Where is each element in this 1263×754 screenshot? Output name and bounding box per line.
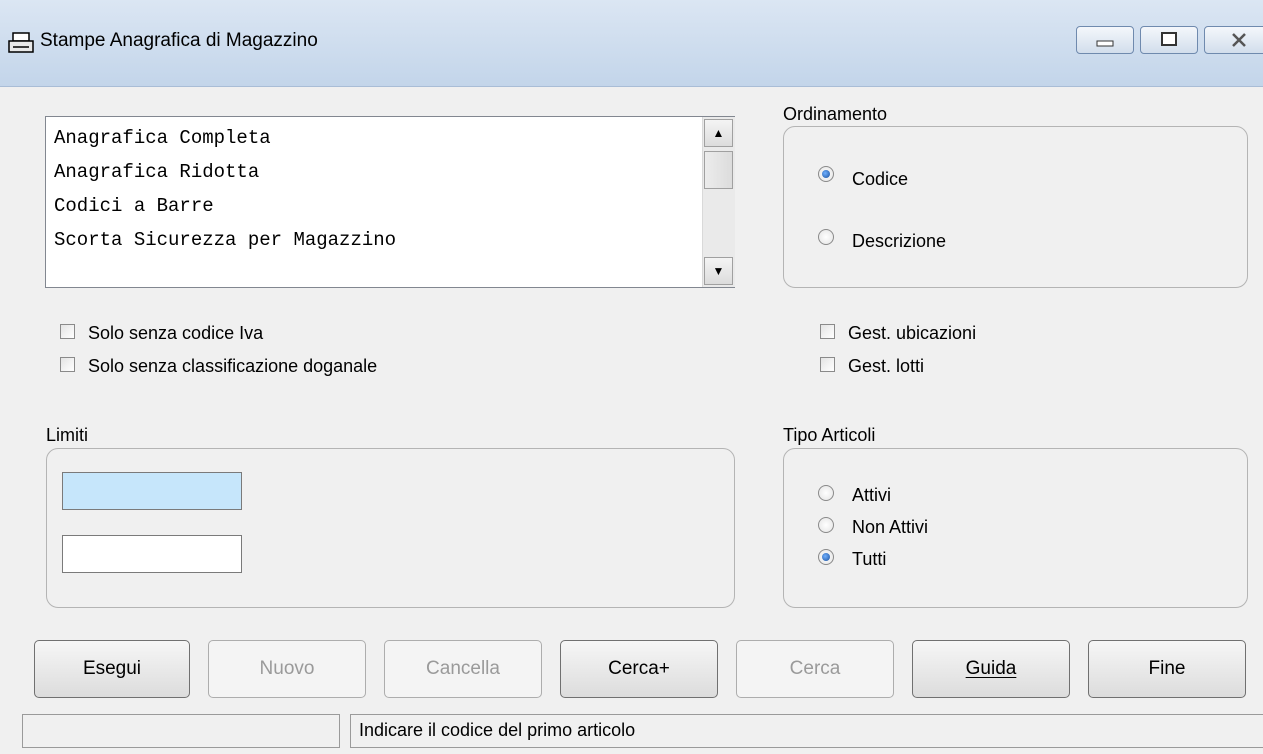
close-icon — [1232, 33, 1246, 47]
limit-to-input[interactable] — [62, 535, 242, 573]
list-scrollbar[interactable]: ▲ ▼ — [702, 117, 735, 287]
title-bar[interactable]: Stampe Anagrafica di Magazzino — [0, 0, 1263, 87]
nuovo-button[interactable]: Nuovo — [208, 640, 366, 698]
list-item[interactable]: Anagrafica Completa — [54, 127, 271, 149]
radio-descrizione-label[interactable]: Descrizione — [852, 231, 946, 252]
list-item[interactable]: Codici a Barre — [54, 195, 214, 217]
cancella-button[interactable]: Cancella — [384, 640, 542, 698]
esegui-button[interactable]: Esegui — [34, 640, 190, 698]
checkbox-gest-ubicazioni[interactable] — [820, 324, 835, 339]
limiti-label: Limiti — [46, 425, 89, 445]
guida-button[interactable]: Guida — [912, 640, 1070, 698]
checkbox-solo-senza-doganale-label[interactable]: Solo senza classificazione doganale — [88, 356, 377, 377]
minimize-button[interactable] — [1076, 26, 1134, 54]
fine-button[interactable]: Fine — [1088, 640, 1246, 698]
radio-attivi-label[interactable]: Attivi — [852, 485, 891, 506]
maximize-button[interactable] — [1140, 26, 1198, 54]
cerca-plus-button[interactable]: Cerca+ — [560, 640, 718, 698]
radio-attivi[interactable] — [818, 485, 834, 501]
radio-codice[interactable] — [818, 166, 834, 182]
radio-tutti-label[interactable]: Tutti — [852, 549, 886, 570]
checkbox-solo-senza-iva-label[interactable]: Solo senza codice Iva — [88, 323, 263, 344]
status-left — [22, 714, 340, 748]
radio-tutti[interactable] — [818, 549, 834, 565]
radio-non-attivi-label[interactable]: Non Attivi — [852, 517, 928, 538]
report-list[interactable]: Anagrafica Completa Anagrafica Ridotta C… — [45, 116, 735, 288]
checkbox-solo-senza-doganale[interactable] — [60, 357, 75, 372]
checkbox-gest-ubicazioni-label[interactable]: Gest. ubicazioni — [848, 323, 976, 344]
guida-button-label: Guida — [965, 658, 1017, 679]
maximize-icon — [1161, 32, 1177, 46]
radio-descrizione[interactable] — [818, 229, 834, 245]
scroll-thumb[interactable] — [704, 151, 733, 189]
scroll-up-arrow-icon[interactable]: ▲ — [704, 119, 733, 147]
list-item[interactable]: Anagrafica Ridotta — [54, 161, 259, 183]
limit-from-input[interactable] — [62, 472, 242, 510]
radio-non-attivi[interactable] — [818, 517, 834, 533]
scroll-down-arrow-icon[interactable]: ▼ — [704, 257, 733, 285]
radio-codice-label[interactable]: Codice — [852, 169, 908, 190]
tipo-articoli-label: Tipo Articoli — [783, 425, 876, 445]
list-item[interactable]: Scorta Sicurezza per Magazzino — [54, 229, 396, 251]
ordinamento-group — [783, 126, 1248, 288]
checkbox-gest-lotti[interactable] — [820, 357, 835, 372]
status-message: Indicare il codice del primo articolo — [350, 714, 1263, 748]
ordinamento-label: Ordinamento — [783, 104, 888, 124]
minimize-icon — [1096, 40, 1114, 47]
close-button[interactable] — [1204, 26, 1263, 54]
checkbox-gest-lotti-label[interactable]: Gest. lotti — [848, 356, 924, 377]
printer-icon — [8, 32, 34, 53]
window-title: Stampe Anagrafica di Magazzino — [40, 30, 318, 51]
cerca-button[interactable]: Cerca — [736, 640, 894, 698]
checkbox-solo-senza-iva[interactable] — [60, 324, 75, 339]
